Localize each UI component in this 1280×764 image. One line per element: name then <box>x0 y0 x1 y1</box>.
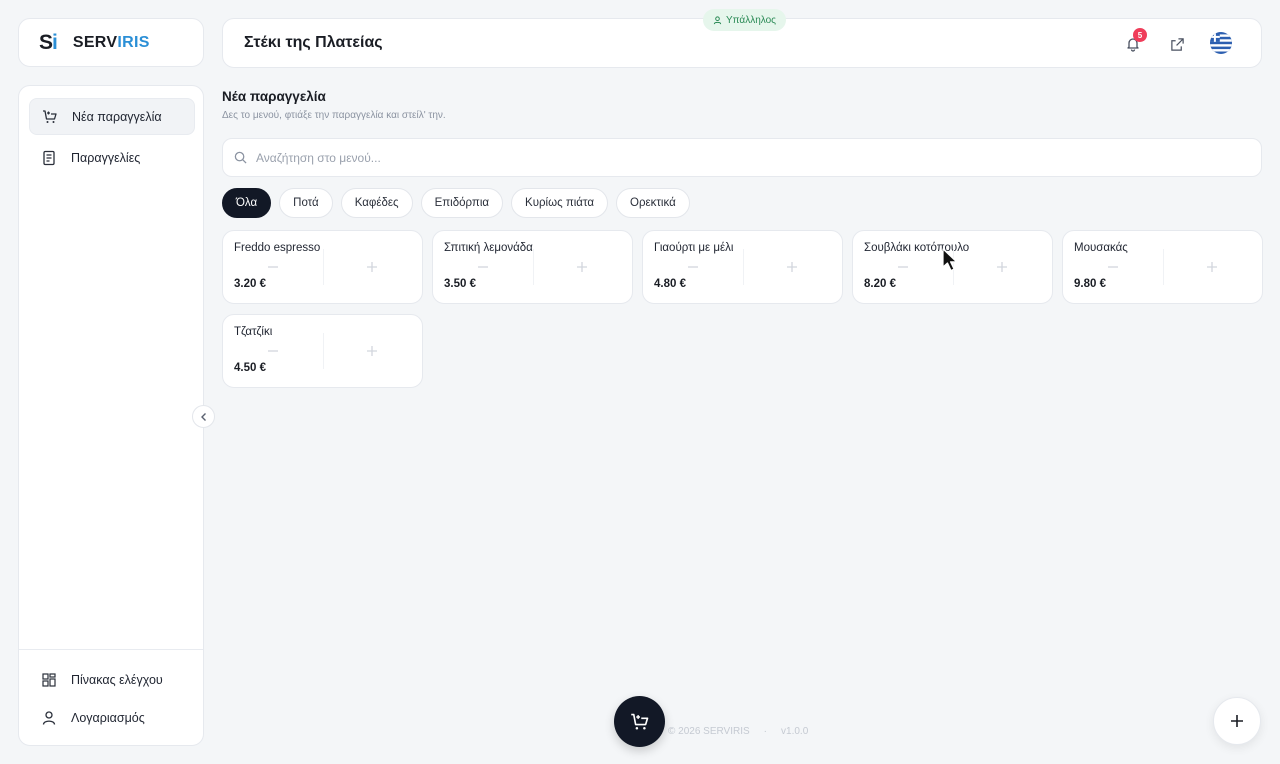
increase-qty-button[interactable] <box>994 259 1010 275</box>
product-price: 4.50 € <box>234 362 266 374</box>
product-price: 9.80 € <box>1074 278 1106 290</box>
plus-icon <box>367 346 377 356</box>
product-card[interactable]: Freddo espresso 3.20 € <box>222 230 423 304</box>
open-external-button[interactable] <box>1167 34 1187 54</box>
role-badge: Υπάλληλος <box>703 9 786 31</box>
logo-wordmark: SERVIRIS <box>72 33 150 51</box>
minus-icon <box>688 266 698 268</box>
decrease-qty-button[interactable] <box>265 259 281 275</box>
venue-title: Στέκι της Πλατείας <box>244 34 383 51</box>
product-price: 3.50 € <box>444 278 476 290</box>
qty-divider <box>743 249 744 285</box>
category-chip-desserts[interactable]: Επιδόρπια <box>420 188 504 218</box>
collapse-sidebar-button[interactable] <box>192 405 215 428</box>
chevron-left-icon <box>200 412 206 421</box>
category-chip-appetizers[interactable]: Ορεκτικά <box>616 188 690 218</box>
receipt-icon <box>41 150 57 166</box>
increase-qty-button[interactable] <box>1204 259 1220 275</box>
decrease-qty-button[interactable] <box>1105 259 1121 275</box>
page-title: Νέα παραγγελία <box>222 89 326 104</box>
footer: © 2026 SERVIRIS · v1.0.0 <box>668 726 808 737</box>
cart-button[interactable] <box>614 696 665 747</box>
sidebar-item-account[interactable]: Λογαριασμός <box>29 699 195 736</box>
increase-qty-button[interactable] <box>364 259 380 275</box>
category-chip-drinks[interactable]: Ποτά <box>279 188 333 218</box>
top-header: Στέκι της Πλατείας Υπάλληλος 5 <box>222 9 1262 68</box>
cart-plus-icon <box>42 109 58 125</box>
category-filters: Όλα Ποτά Καφέδες Επιδόρπια Κυρίως πιάτα … <box>222 188 690 218</box>
decrease-qty-button[interactable] <box>895 259 911 275</box>
sidebar-item-label: Λογαριασμός <box>71 710 145 725</box>
sidebar-item-label: Νέα παραγγελία <box>72 109 162 124</box>
search-input[interactable] <box>256 150 1156 165</box>
increase-qty-button[interactable] <box>784 259 800 275</box>
product-name: Σπιτική λεμονάδα <box>444 242 533 254</box>
external-link-icon <box>1170 37 1184 51</box>
decrease-qty-button[interactable] <box>265 343 281 359</box>
product-price: 3.20 € <box>234 278 266 290</box>
minus-icon <box>1108 266 1118 268</box>
sidebar-divider <box>19 649 203 650</box>
product-price: 8.20 € <box>864 278 896 290</box>
footer-separator: · <box>763 726 768 737</box>
user-icon <box>713 15 722 24</box>
qty-divider <box>323 333 324 369</box>
logo[interactable]: Si SERVIRIS <box>18 18 204 67</box>
plus-icon <box>997 262 1007 272</box>
category-chip-coffees[interactable]: Καφέδες <box>340 188 413 218</box>
sidebar-item-orders[interactable]: Παραγγελίες <box>29 139 195 176</box>
qty-divider <box>533 249 534 285</box>
product-name: Freddo espresso <box>234 242 321 254</box>
plus-icon <box>1231 715 1243 727</box>
logo-mark: Si <box>39 30 58 54</box>
qty-divider <box>1163 249 1164 285</box>
increase-qty-button[interactable] <box>574 259 590 275</box>
decrease-qty-button[interactable] <box>685 259 701 275</box>
search-icon <box>234 151 247 164</box>
notification-count-badge: 5 <box>1133 28 1147 42</box>
role-badge-label: Υπάλληλος <box>726 14 776 26</box>
sidebar-item-dashboard[interactable]: Πίνακας ελέγχου <box>29 661 195 698</box>
product-name: Μουσακάς <box>1074 242 1128 254</box>
product-card[interactable]: Μουσακάς 9.80 € <box>1062 230 1263 304</box>
product-name: Τζατζίκι <box>234 326 273 338</box>
footer-version: v1.0.0 <box>781 726 809 737</box>
sidebar-item-label: Παραγγελίες <box>71 150 141 165</box>
language-switcher[interactable] <box>1210 32 1232 54</box>
minus-icon <box>268 350 278 352</box>
product-card[interactable]: Σπιτική λεμονάδα 3.50 € <box>432 230 633 304</box>
product-card[interactable]: Γιαούρτι με μέλι 4.80 € <box>642 230 843 304</box>
category-chip-main-dishes[interactable]: Κυρίως πιάτα <box>511 188 608 218</box>
plus-icon <box>577 262 587 272</box>
minus-icon <box>898 266 908 268</box>
minus-icon <box>268 266 278 268</box>
plus-icon <box>367 262 377 272</box>
plus-icon <box>787 262 797 272</box>
sidebar: Νέα παραγγελία Παραγγελίες Πίνακας ελέγχ… <box>18 85 204 746</box>
dashboard-icon <box>41 672 57 688</box>
sidebar-item-label: Πίνακας ελέγχου <box>71 672 163 687</box>
category-chip-all[interactable]: Όλα <box>222 188 272 218</box>
mouse-cursor-icon <box>942 248 958 272</box>
product-grid: Freddo espresso 3.20 € Σπιτική λεμονάδα … <box>222 230 1263 388</box>
cart-icon <box>630 713 648 729</box>
page-subtitle: Δες το μενού, φτιάξε την παραγγελία και … <box>222 110 446 121</box>
plus-icon <box>1207 262 1217 272</box>
decrease-qty-button[interactable] <box>475 259 491 275</box>
footer-copyright: © 2026 SERVIRIS <box>668 726 750 737</box>
minus-icon <box>478 266 488 268</box>
user-icon <box>41 710 57 726</box>
product-name: Γιαούρτι με μέλι <box>654 242 734 254</box>
sidebar-item-new-order[interactable]: Νέα παραγγελία <box>29 98 195 135</box>
menu-search[interactable] <box>222 138 1262 177</box>
qty-divider <box>323 249 324 285</box>
product-price: 4.80 € <box>654 278 686 290</box>
increase-qty-button[interactable] <box>364 343 380 359</box>
greek-flag-icon <box>1210 32 1232 54</box>
product-card[interactable]: Τζατζίκι 4.50 € <box>222 314 423 388</box>
add-button[interactable] <box>1213 697 1261 745</box>
